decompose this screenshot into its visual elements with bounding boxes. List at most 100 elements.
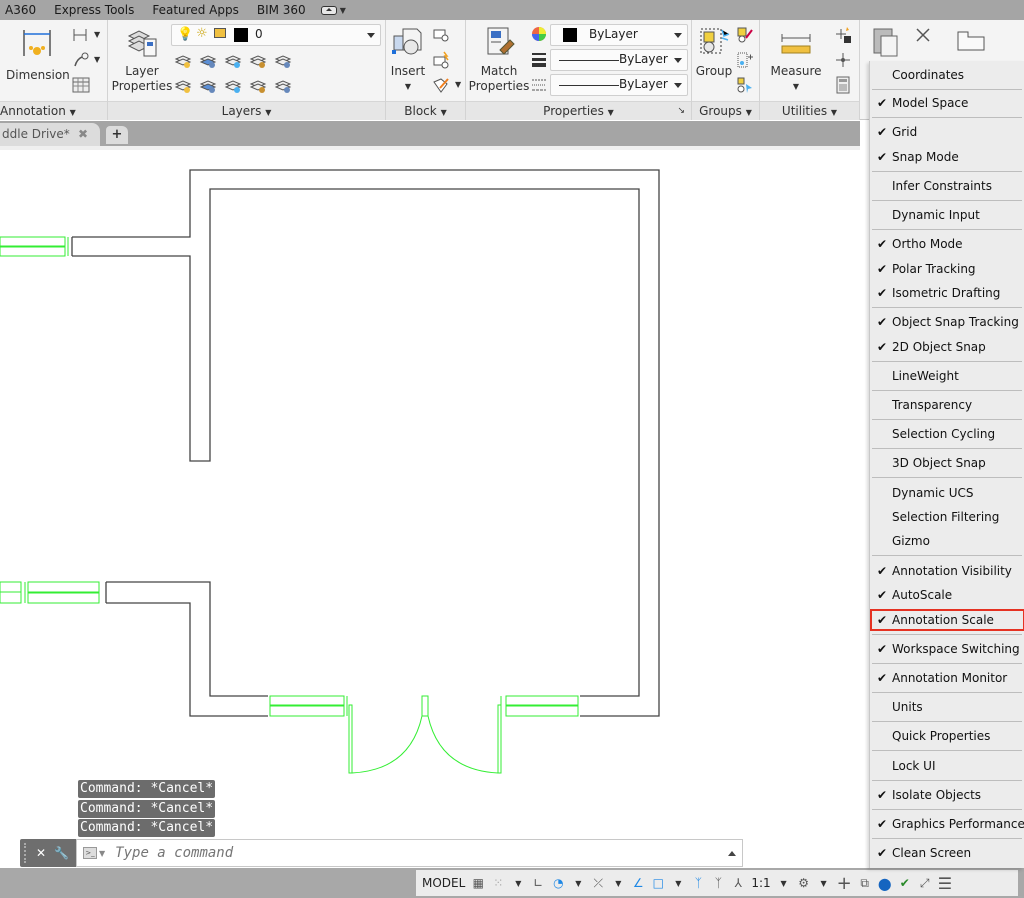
menu-item-units[interactable]: Units	[870, 696, 1024, 718]
linear-dimension-dropdown[interactable]: ▼	[94, 30, 100, 39]
id-point-icon[interactable]	[834, 51, 852, 69]
snap-icon[interactable]: ⁙	[491, 873, 505, 893]
table-icon[interactable]	[72, 76, 90, 94]
command-line-grip[interactable]: ✕ 🔧	[20, 839, 76, 867]
group-selection-icon[interactable]	[736, 76, 754, 94]
lineweight-combo[interactable]: ByLayer	[550, 74, 688, 96]
otrack-icon[interactable]: ∠	[631, 873, 645, 893]
layer-unlock-icon[interactable]	[249, 76, 267, 94]
menu-item-lock-ui[interactable]: Lock UI	[870, 755, 1024, 777]
layer-properties-button[interactable]: Layer Properties	[110, 26, 174, 94]
group-edit-icon[interactable]	[736, 51, 754, 69]
hardware-acceleration-icon[interactable]: ✔	[898, 873, 912, 893]
drag-handle-icon[interactable]	[24, 843, 28, 863]
block-panel-title[interactable]: Block ▼	[386, 101, 465, 120]
menu-item-polar-tracking[interactable]: ✔ Polar Tracking	[870, 258, 1024, 280]
isolate-icon[interactable]: ⧉	[858, 873, 872, 893]
paste-icon[interactable]	[872, 26, 900, 58]
new-tab-button[interactable]: +	[106, 126, 128, 144]
linetype-combo[interactable]: ByLayer	[550, 49, 688, 71]
groups-panel-title[interactable]: Groups ▼	[692, 101, 759, 120]
properties-panel-title[interactable]: Properties ▼ ↘	[466, 101, 691, 120]
close-tab-icon[interactable]: ✖	[78, 123, 88, 146]
document-tab[interactable]: ddle Drive* ✖	[0, 123, 100, 146]
menu-item-annotation-visibility[interactable]: ✔ Annotation Visibility	[870, 560, 1024, 582]
menu-featured-apps[interactable]: Featured Apps	[143, 0, 247, 20]
osnap-dropdown[interactable]: ▼	[671, 873, 685, 893]
edit-attributes-icon[interactable]	[432, 76, 450, 94]
calculator-icon[interactable]	[834, 76, 852, 94]
autoscale-icon[interactable]: ᛉ	[711, 873, 725, 893]
command-history-up-icon[interactable]	[728, 851, 736, 856]
layer-walk-icon[interactable]	[274, 76, 292, 94]
layer-lock-icon[interactable]	[249, 51, 267, 69]
polar-dropdown[interactable]: ▼	[571, 873, 585, 893]
command-prompt-icon[interactable]: >_	[83, 847, 97, 859]
panel-launcher-icon[interactable]: ↘	[677, 102, 685, 120]
menu-item-clean-screen[interactable]: ✔ Clean Screen	[870, 842, 1024, 864]
grid-icon[interactable]: ▦	[471, 873, 485, 893]
menu-item-infer-constraints[interactable]: Infer Constraints	[870, 175, 1024, 197]
snap-dropdown[interactable]: ▼	[511, 873, 525, 893]
menu-item-graphics-performance[interactable]: ✔ Graphics Performance	[870, 813, 1024, 835]
leader-dropdown[interactable]: ▼	[94, 55, 100, 64]
menu-item-isolate-objects[interactable]: ✔ Isolate Objects	[870, 784, 1024, 806]
menu-item-dynamic-input[interactable]: Dynamic Input	[870, 204, 1024, 226]
match-properties-button[interactable]: Match Properties	[468, 26, 530, 94]
layer-off-icon[interactable]	[174, 51, 192, 69]
menu-bim-360[interactable]: BIM 360	[248, 0, 315, 20]
cut-icon[interactable]	[914, 26, 932, 44]
layer-previous-icon[interactable]	[199, 76, 217, 94]
create-block-icon[interactable]	[432, 26, 450, 44]
menu-a360[interactable]: A360	[0, 0, 45, 20]
annotation-visibility-icon[interactable]: ᛉ	[691, 873, 705, 893]
ribbon-minimize-toggle[interactable]: ▼	[320, 5, 346, 15]
ungroup-icon[interactable]	[736, 26, 754, 44]
polar-icon[interactable]: ◔	[551, 873, 565, 893]
menu-item-3d-object-snap[interactable]: 3D Object Snap	[870, 452, 1024, 474]
graphics-performance-icon[interactable]: ●	[878, 873, 892, 893]
isodraft-icon[interactable]: ⤫	[591, 873, 605, 893]
color-combo[interactable]: ByLayer	[550, 24, 688, 46]
annotation-panel-title[interactable]: Annotation ▼	[0, 101, 107, 120]
utilities-panel-title[interactable]: Utilities ▼	[760, 101, 859, 120]
linear-dimension-icon[interactable]	[72, 26, 90, 44]
leader-icon[interactable]	[72, 51, 90, 69]
menu-item-annotation-monitor[interactable]: ✔ Annotation Monitor	[870, 667, 1024, 689]
osnap-icon[interactable]: □	[651, 873, 665, 893]
menu-item-annotation-scale[interactable]: ✔ Annotation Scale	[870, 609, 1024, 631]
drawing-canvas[interactable]	[0, 150, 870, 868]
menu-item-model-space[interactable]: ✔ Model Space	[870, 92, 1024, 114]
menu-item-autoscale[interactable]: ✔ AutoScale	[870, 584, 1024, 606]
menu-item-snap-mode[interactable]: ✔ Snap Mode	[870, 146, 1024, 168]
menu-item-quick-properties[interactable]: Quick Properties	[870, 725, 1024, 747]
layers-panel-title[interactable]: Layers ▼	[108, 101, 385, 120]
group-button[interactable]: Group	[694, 26, 734, 79]
menu-item-2d-object-snap[interactable]: ✔ 2D Object Snap	[870, 336, 1024, 358]
plus-icon[interactable]: +	[837, 873, 852, 894]
menu-item-ortho-mode[interactable]: ✔ Ortho Mode	[870, 233, 1024, 255]
customize-menu-icon[interactable]: ☰	[938, 873, 952, 893]
layer-match-icon[interactable]	[274, 51, 292, 69]
layer-thaw-icon[interactable]	[224, 76, 242, 94]
menu-item-object-snap-tracking[interactable]: ✔ Object Snap Tracking	[870, 311, 1024, 333]
quick-select-icon[interactable]	[834, 26, 852, 44]
annotation-scale-dropdown[interactable]: ▼	[777, 873, 791, 893]
layer-settings-icon[interactable]	[224, 51, 242, 69]
menu-item-selection-filtering[interactable]: Selection Filtering	[870, 506, 1024, 528]
menu-item-transparency[interactable]: Transparency	[870, 394, 1024, 416]
menu-item-grid[interactable]: ✔ Grid	[870, 121, 1024, 143]
ortho-icon[interactable]: ∟	[531, 873, 545, 893]
edit-attributes-dropdown[interactable]: ▼	[455, 80, 461, 89]
annotation-scale-value[interactable]: 1:1	[751, 873, 770, 893]
workspace-gear-icon[interactable]: ⚙	[797, 873, 811, 893]
workspace-dropdown[interactable]: ▼	[817, 873, 831, 893]
customize-wrench-icon[interactable]: 🔧	[54, 846, 69, 860]
layer-on-icon[interactable]	[174, 76, 192, 94]
menu-item-coordinates[interactable]: Coordinates	[870, 64, 1024, 86]
clean-screen-icon[interactable]: ⤢	[918, 873, 932, 893]
layer-combo[interactable]: 💡 ☼ 0	[171, 24, 381, 46]
menu-item-dynamic-ucs[interactable]: Dynamic UCS	[870, 482, 1024, 504]
menu-item-workspace-switching[interactable]: ✔ Workspace Switching	[870, 638, 1024, 660]
insert-button[interactable]: Insert ▼	[388, 26, 428, 94]
